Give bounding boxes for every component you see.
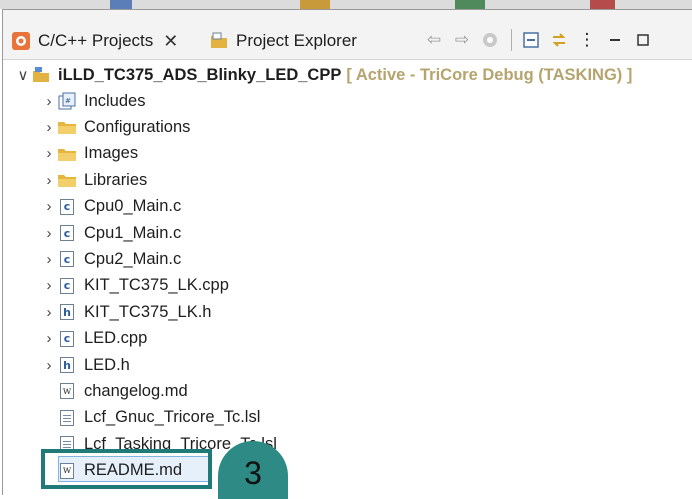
text-file-icon bbox=[58, 409, 76, 427]
tree-item-changelog-md[interactable]: w changelog.md bbox=[40, 378, 188, 404]
chevron-right-icon[interactable]: › bbox=[40, 357, 58, 374]
tree-item-label: Lcf_Gnuc_Tricore_Tc.lsl bbox=[84, 408, 261, 427]
tree-item-led-h[interactable]: › h LED.h bbox=[40, 352, 130, 378]
chevron-right-icon[interactable]: › bbox=[40, 277, 58, 294]
tree-root-project[interactable]: ∨ iLLD_TC375_ADS_Blinky_LED_CPP [ Active… bbox=[14, 62, 633, 88]
tree-item-images[interactable]: › Images bbox=[40, 141, 139, 167]
header-file-icon: h bbox=[58, 356, 76, 374]
tree-item-cpu0-main-c[interactable]: › c Cpu0_Main.c bbox=[40, 194, 182, 220]
project-name: iLLD_TC375_ADS_Blinky_LED_CPP bbox=[58, 65, 342, 84]
tree-item-libraries[interactable]: › Libraries bbox=[40, 167, 148, 193]
toolbar-color-segment bbox=[300, 0, 330, 9]
tree-item-lcf-gnuc-tricore-tc-lsl[interactable]: Lcf_Gnuc_Tricore_Tc.lsl bbox=[40, 405, 260, 431]
chevron-right-icon[interactable]: › bbox=[40, 304, 58, 321]
c-source-file-icon: c bbox=[58, 330, 76, 348]
tree-item-label: KIT_TC375_LK.h bbox=[84, 302, 212, 321]
tree-item-label: Cpu0_Main.c bbox=[84, 197, 182, 216]
tree-item-label: LED.h bbox=[84, 355, 130, 374]
toolbar-color-segment bbox=[590, 0, 615, 9]
tree-item-label: Configurations bbox=[84, 117, 191, 136]
chevron-right-icon[interactable]: › bbox=[40, 198, 58, 215]
cpp-project-folder-icon bbox=[32, 66, 50, 84]
tree-item-label: Images bbox=[84, 144, 139, 163]
collapse-all-icon[interactable] bbox=[520, 29, 542, 51]
chevron-right-icon[interactable]: › bbox=[40, 93, 58, 110]
chevron-right-icon[interactable]: › bbox=[40, 119, 58, 136]
tree-item-cpu2-main-c[interactable]: › c Cpu2_Main.c bbox=[40, 246, 182, 272]
markdown-file-icon: w bbox=[58, 382, 76, 400]
tree-item-label: LED.cpp bbox=[84, 329, 148, 348]
chevron-right-icon[interactable]: › bbox=[40, 251, 58, 268]
header-file-icon: h bbox=[58, 303, 76, 321]
tree-item-cpu1-main-c[interactable]: › c Cpu1_Main.c bbox=[40, 220, 182, 246]
home-icon[interactable] bbox=[479, 29, 501, 51]
folder-icon bbox=[58, 118, 76, 136]
tab-project-explorer[interactable]: Project Explorer bbox=[209, 28, 357, 54]
chevron-down-icon[interactable]: ∨ bbox=[14, 66, 32, 84]
toolbar-color-segment bbox=[110, 0, 132, 9]
back-arrow-icon[interactable]: ⇦ bbox=[423, 29, 445, 51]
tree-item-label: Cpu1_Main.c bbox=[84, 223, 182, 242]
callout-number: 3 bbox=[244, 454, 262, 491]
tree-item-includes[interactable]: › # Includes bbox=[40, 88, 145, 114]
forward-arrow-icon[interactable]: ⇨ bbox=[451, 29, 473, 51]
tree-item-led-cpp[interactable]: › c LED.cpp bbox=[40, 326, 148, 352]
tab-cpp-projects[interactable]: C/C++ Projects ✕ bbox=[11, 28, 178, 54]
c-source-file-icon: c bbox=[58, 250, 76, 268]
tree-item-label: Cpu2_Main.c bbox=[84, 249, 182, 268]
tree-item-label: changelog.md bbox=[84, 381, 188, 400]
cpp-projects-icon bbox=[11, 31, 31, 51]
chevron-right-icon[interactable]: › bbox=[40, 172, 58, 189]
c-source-file-icon: c bbox=[58, 224, 76, 242]
active-build-config: [ Active - TriCore Debug (TASKING) ] bbox=[346, 65, 633, 84]
tree-item-kit-tc375-lk-cpp[interactable]: › c KIT_TC375_LK.cpp bbox=[40, 273, 229, 299]
chevron-right-icon[interactable]: › bbox=[40, 225, 58, 242]
tree-item-kit-tc375-lk-h[interactable]: › h KIT_TC375_LK.h bbox=[40, 299, 212, 325]
callout-highlight-box bbox=[41, 449, 212, 489]
c-source-file-icon: c bbox=[58, 198, 76, 216]
project-explorer-icon bbox=[209, 31, 229, 51]
folder-icon bbox=[58, 145, 76, 163]
toolbar-separator bbox=[511, 29, 512, 51]
minimize-icon[interactable] bbox=[604, 29, 626, 51]
link-with-editor-icon[interactable] bbox=[548, 29, 570, 51]
maximize-icon[interactable] bbox=[632, 29, 654, 51]
view-toolbar: ⇦ ⇨ ⋮ bbox=[423, 26, 660, 54]
tree-item-label: KIT_TC375_LK.cpp bbox=[84, 276, 229, 295]
tree-item-configurations[interactable]: › Configurations bbox=[40, 114, 191, 140]
tree-item-label: Libraries bbox=[84, 170, 148, 189]
toolbar-color-segment bbox=[455, 0, 485, 9]
svg-text:#: # bbox=[65, 97, 71, 105]
chevron-right-icon[interactable]: › bbox=[40, 330, 58, 347]
view-menu-icon[interactable]: ⋮ bbox=[576, 29, 598, 51]
close-icon[interactable]: ✕ bbox=[163, 31, 178, 52]
view-tab-bar: C/C++ Projects ✕ Project Explorer ⇦ ⇨ ⋮ bbox=[3, 10, 692, 60]
c-source-file-icon: c bbox=[58, 277, 76, 295]
tab-label: Project Explorer bbox=[236, 31, 357, 50]
tab-label: C/C++ Projects bbox=[38, 31, 154, 50]
chevron-right-icon[interactable]: › bbox=[40, 145, 58, 162]
folder-icon bbox=[58, 171, 76, 189]
top-toolbar-strip bbox=[0, 0, 692, 9]
includes-icon: # bbox=[58, 92, 76, 110]
tree-item-label: Includes bbox=[84, 91, 146, 110]
